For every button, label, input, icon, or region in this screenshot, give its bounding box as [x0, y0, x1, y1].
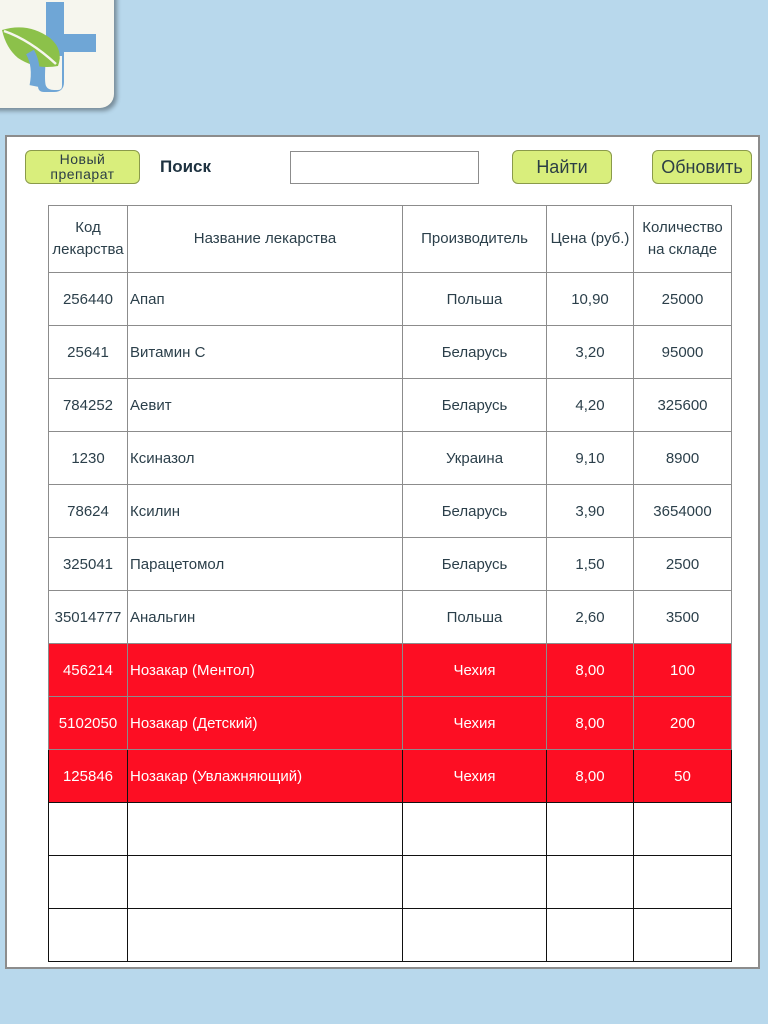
cell-name-empty: [127, 855, 403, 909]
cell-price-empty: [546, 855, 634, 909]
cell-code-empty: [48, 802, 128, 856]
refresh-button[interactable]: Обновить: [652, 150, 752, 184]
cell-name: Нозакар (Ментол): [127, 643, 403, 697]
cell-code: 456214: [48, 643, 128, 697]
cell-price-empty: [546, 908, 634, 962]
cell-name: Аевит: [127, 378, 403, 432]
cell-maker-empty: [402, 802, 547, 856]
cell-price: 3,20: [546, 325, 634, 379]
empty-table-row[interactable]: [48, 855, 732, 909]
cell-code: 784252: [48, 378, 128, 432]
app-logo: [0, 0, 114, 108]
cell-name-empty: [127, 802, 403, 856]
cell-code: 1230: [48, 431, 128, 485]
table-row[interactable]: 35014777 Анальгин Польша 2,60 3500: [48, 590, 732, 644]
new-drug-button[interactable]: Новый препарат: [25, 150, 140, 184]
cell-quantity: 25000: [633, 272, 732, 326]
cell-quantity: 3654000: [633, 484, 732, 538]
cell-price: 8,00: [546, 696, 634, 750]
cell-quantity-empty: [633, 855, 732, 909]
cell-price: 2,60: [546, 590, 634, 644]
cell-code: 5102050: [48, 696, 128, 750]
column-header-code[interactable]: Код лекарства: [48, 205, 128, 273]
cell-maker: Чехия: [402, 696, 547, 750]
cell-price: 9,10: [546, 431, 634, 485]
drugs-table: Код лекарства Название лекарства Произво…: [48, 205, 732, 962]
table-row[interactable]: 1230 Ксиназол Украина 9,10 8900: [48, 431, 732, 485]
cell-code: 35014777: [48, 590, 128, 644]
column-header-maker[interactable]: Производитель: [402, 205, 547, 273]
cell-maker: Беларусь: [402, 378, 547, 432]
cell-code: 125846: [48, 749, 128, 803]
table-row[interactable]: 325041 Парацетомол Беларусь 1,50 2500: [48, 537, 732, 591]
cell-maker: Беларусь: [402, 484, 547, 538]
cell-name: Нозакар (Детский): [127, 696, 403, 750]
search-input[interactable]: [290, 151, 479, 184]
cell-code: 256440: [48, 272, 128, 326]
cell-code: 325041: [48, 537, 128, 591]
cell-quantity: 2500: [633, 537, 732, 591]
cell-quantity: 8900: [633, 431, 732, 485]
column-header-price[interactable]: Цена (руб.): [546, 205, 634, 273]
cell-name: Ксиназол: [127, 431, 403, 485]
cell-price-empty: [546, 802, 634, 856]
cell-code: 78624: [48, 484, 128, 538]
table-body: 256440 Апап Польша 10,90 25000 25641 Витамин С…: [48, 272, 732, 962]
cell-name-empty: [127, 908, 403, 962]
cell-quantity: 50: [633, 749, 732, 803]
cell-name: Витамин С: [127, 325, 403, 379]
table-row[interactable]: 456214 Нозакар (Ментол) Чехия 8,00 100: [48, 643, 732, 697]
search-label: Поиск: [160, 157, 212, 176]
medical-cross-leaf-icon: [2, 2, 96, 92]
cell-code-empty: [48, 908, 128, 962]
column-header-name[interactable]: Название лекарства: [127, 205, 403, 273]
cell-name: Ксилин: [127, 484, 403, 538]
cell-maker: Беларусь: [402, 325, 547, 379]
table-row[interactable]: 5102050 Нозакар (Детский) Чехия 8,00 200: [48, 696, 732, 750]
cell-maker: Чехия: [402, 749, 547, 803]
table-row[interactable]: 256440 Апап Польша 10,90 25000: [48, 272, 732, 326]
cell-quantity: 95000: [633, 325, 732, 379]
table-row[interactable]: 784252 Аевит Беларусь 4,20 325600: [48, 378, 732, 432]
cell-maker: Польша: [402, 590, 547, 644]
cell-quantity: 325600: [633, 378, 732, 432]
cell-name: Нозакар (Увлажняющий): [127, 749, 403, 803]
cell-maker: Украина: [402, 431, 547, 485]
cell-name: Апап: [127, 272, 403, 326]
cell-maker-empty: [402, 908, 547, 962]
cell-quantity-empty: [633, 802, 732, 856]
empty-table-row[interactable]: [48, 908, 732, 962]
cell-code: 25641: [48, 325, 128, 379]
cell-price: 4,20: [546, 378, 634, 432]
cell-price: 8,00: [546, 643, 634, 697]
column-header-quantity[interactable]: Количество на складе: [633, 205, 732, 273]
cell-quantity: 200: [633, 696, 732, 750]
main-panel: Новый препарат Поиск Найти Обновить Код …: [5, 135, 760, 969]
cell-maker: Беларусь: [402, 537, 547, 591]
table-row[interactable]: 125846 Нозакар (Увлажняющий) Чехия 8,00 50: [48, 749, 732, 803]
table-header-row: Код лекарства Название лекарства Произво…: [48, 205, 732, 273]
cell-quantity: 3500: [633, 590, 732, 644]
cell-price: 10,90: [546, 272, 634, 326]
cell-quantity-empty: [633, 908, 732, 962]
cell-maker: Чехия: [402, 643, 547, 697]
cell-name: Анальгин: [127, 590, 403, 644]
cell-code-empty: [48, 855, 128, 909]
table-row[interactable]: 25641 Витамин С Беларусь 3,20 95000: [48, 325, 732, 379]
cell-price: 3,90: [546, 484, 634, 538]
cell-maker: Польша: [402, 272, 547, 326]
cell-price: 8,00: [546, 749, 634, 803]
cell-price: 1,50: [546, 537, 634, 591]
cell-maker-empty: [402, 855, 547, 909]
cell-name: Парацетомол: [127, 537, 403, 591]
cell-quantity: 100: [633, 643, 732, 697]
table-row[interactable]: 78624 Ксилин Беларусь 3,90 3654000: [48, 484, 732, 538]
empty-table-row[interactable]: [48, 802, 732, 856]
find-button[interactable]: Найти: [512, 150, 612, 184]
